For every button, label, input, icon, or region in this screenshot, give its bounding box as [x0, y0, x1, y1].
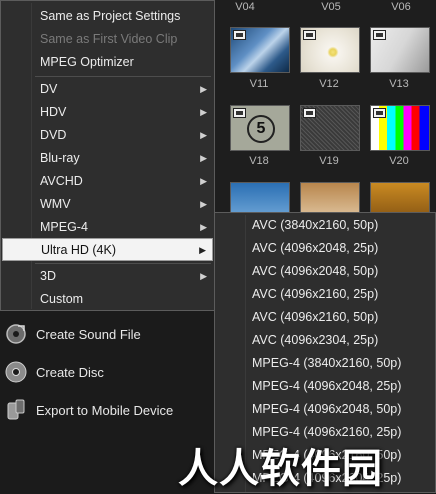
submenu-arrow-icon: ▶ [200, 84, 207, 94]
video-icon [303, 108, 316, 118]
submenu-item-avc-4096x2304-25p[interactable]: AVC (4096x2304, 25p) [215, 329, 435, 352]
menu-item-dvd[interactable]: DVD ▶ [2, 124, 213, 146]
create-sound-file-label: Create Sound File [36, 326, 141, 342]
menu-item-mpeg-4[interactable]: MPEG-4 ▶ [2, 216, 213, 238]
submenu-item-mpeg4-4096x2048-25p[interactable]: MPEG-4 (4096x2048, 25p) [215, 375, 435, 398]
submenu-item-avc-4096x2160-50p[interactable]: AVC (4096x2160, 50p) [215, 306, 435, 329]
clip-label: V18 [249, 155, 269, 167]
submenu-arrow-icon: ▶ [199, 245, 206, 255]
menu-item-label: Custom [40, 292, 84, 306]
submenu-item-label: AVC (4096x2160, 25p) [252, 287, 379, 301]
create-disc-label: Create Disc [36, 364, 104, 380]
menu-item-wmv[interactable]: WMV ▶ [2, 193, 213, 215]
submenu-item-mpeg4-4096x2048-50p[interactable]: MPEG-4 (4096x2048, 50p) [215, 398, 435, 421]
menu-separator [35, 263, 211, 264]
menu-item-label: DVD [40, 128, 67, 142]
submenu-arrow-icon: ▶ [200, 153, 207, 163]
clip-label: V20 [389, 155, 409, 167]
export-to-mobile-device-button[interactable]: Export to Mobile Device [4, 396, 173, 424]
video-icon [373, 30, 386, 40]
clip-thumbnail-v12[interactable] [300, 27, 360, 73]
clip-thumbnail-v11[interactable] [230, 27, 290, 73]
menu-item-label: MPEG-4 [40, 220, 88, 234]
submenu-item-label: MPEG-4 (4096x2048, 50p) [252, 402, 402, 416]
menu-item-label: Blu-ray [40, 151, 80, 165]
menu-item-3d[interactable]: 3D ▶ [2, 265, 213, 287]
menu-item-avchd[interactable]: AVCHD ▶ [2, 170, 213, 192]
submenu-item-avc-4096x2048-25p[interactable]: AVC (4096x2048, 25p) [215, 237, 435, 260]
menu-item-same-as-project-settings[interactable]: Same as Project Settings [2, 5, 213, 27]
video-icon [373, 108, 386, 118]
submenu-item-label: AVC (3840x2160, 50p) [252, 218, 379, 232]
submenu-item-label: AVC (4096x2160, 50p) [252, 310, 379, 324]
output-format-menu: Same as Project Settings Same as First V… [0, 0, 215, 311]
submenu-item-mpeg4-3840x2160-50p[interactable]: MPEG-4 (3840x2160, 50p) [215, 352, 435, 375]
menu-item-same-as-first-video-clip: Same as First Video Clip [2, 28, 213, 50]
clip-label: V06 [391, 1, 411, 13]
submenu-item-label: MPEG-4 (4096x2048, 25p) [252, 379, 402, 393]
menu-item-label: Ultra HD (4K) [41, 243, 117, 257]
submenu-arrow-icon: ▶ [200, 222, 207, 232]
submenu-arrow-icon: ▶ [200, 271, 207, 281]
submenu-item-avc-4096x2160-25p[interactable]: AVC (4096x2160, 25p) [215, 283, 435, 306]
clip-label: V13 [389, 78, 409, 90]
menu-item-ultra-hd-4k[interactable]: Ultra HD (4K) ▶ [2, 238, 213, 261]
menu-item-label: WMV [40, 197, 71, 211]
sound-file-icon [4, 322, 28, 346]
submenu-arrow-icon: ▶ [200, 176, 207, 186]
submenu-item-label: AVC (4096x2304, 25p) [252, 333, 379, 347]
menu-item-label: 3D [40, 269, 56, 283]
create-sound-file-button[interactable]: Create Sound File [4, 320, 141, 348]
mobile-device-icon [4, 398, 28, 422]
clip-label: V12 [319, 78, 339, 90]
menu-item-label: DV [40, 82, 58, 96]
menu-item-hdv[interactable]: HDV ▶ [2, 101, 213, 123]
clip-thumbnail-v18[interactable]: 5 [230, 105, 290, 151]
menu-item-blu-ray[interactable]: Blu-ray ▶ [2, 147, 213, 169]
clip-label: V11 [249, 78, 269, 90]
submenu-item-label: AVC (4096x2048, 50p) [252, 264, 379, 278]
menu-item-custom[interactable]: Custom [2, 288, 213, 310]
submenu-item-label: MPEG-4 (3840x2160, 50p) [252, 356, 402, 370]
clip-label: V04 [235, 1, 255, 13]
create-disc-button[interactable]: Create Disc [4, 358, 104, 386]
menu-item-label: Same as Project Settings [40, 9, 181, 23]
clip-label: V19 [319, 155, 339, 167]
countdown-circle: 5 [247, 115, 275, 143]
video-icon [233, 30, 246, 40]
submenu-arrow-icon: ▶ [200, 130, 207, 140]
submenu-item-label: AVC (4096x2048, 25p) [252, 241, 379, 255]
clip-label: V05 [321, 1, 341, 13]
menu-item-dv[interactable]: DV ▶ [2, 78, 213, 100]
watermark: 人人软件园 [178, 446, 383, 492]
menu-item-label: HDV [40, 105, 67, 119]
menu-item-label: AVCHD [40, 174, 83, 188]
menu-item-label: Same as First Video Clip [40, 32, 178, 46]
submenu-item-avc-3840x2160-50p[interactable]: AVC (3840x2160, 50p) [215, 214, 435, 237]
menu-item-mpeg-optimizer[interactable]: MPEG Optimizer [2, 51, 213, 73]
menu-separator [35, 76, 211, 77]
submenu-arrow-icon: ▶ [200, 107, 207, 117]
submenu-item-avc-4096x2048-50p[interactable]: AVC (4096x2048, 50p) [215, 260, 435, 283]
menu-item-label: MPEG Optimizer [40, 55, 134, 69]
clip-thumbnail-v13[interactable] [370, 27, 430, 73]
video-icon [303, 30, 316, 40]
clip-thumbnail-v19[interactable] [300, 105, 360, 151]
clip-thumbnail-v20[interactable] [370, 105, 430, 151]
submenu-arrow-icon: ▶ [200, 199, 207, 209]
video-icon [233, 108, 246, 118]
export-to-mobile-device-label: Export to Mobile Device [36, 402, 174, 418]
disc-icon [4, 360, 28, 384]
